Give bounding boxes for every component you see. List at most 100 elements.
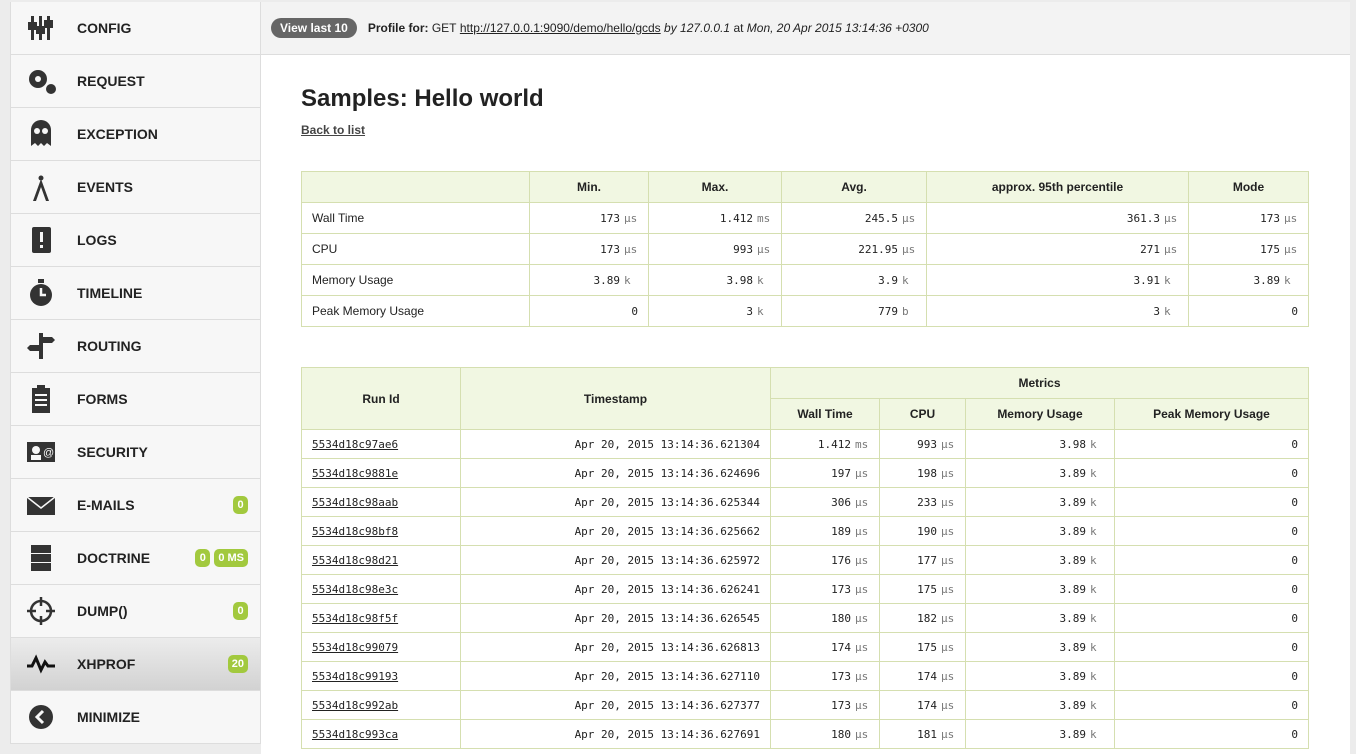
sidebar-item-events[interactable]: EVENTS [11, 161, 260, 214]
peak-memory: 0 [1114, 603, 1309, 633]
unit: µs [941, 698, 955, 712]
timestamp: Apr 20, 2015 13:14:36.621304 [460, 429, 771, 459]
unit: µs [855, 495, 869, 509]
back-to-list-link[interactable]: Back to list [301, 123, 365, 137]
peak-memory: 0 [1114, 690, 1309, 720]
run-id-link[interactable]: 5534d18c98d21 [312, 554, 398, 567]
unit: µs [624, 211, 638, 225]
memory-usage: 3.89 [1059, 698, 1087, 712]
cpu: 233 [917, 495, 937, 509]
cpu: 177 [917, 553, 937, 567]
sidebar-item-label: DUMP() [77, 603, 128, 619]
summary-col-header: Min. [529, 171, 649, 203]
run-id-link[interactable]: 5534d18c97ae6 [312, 438, 398, 451]
sidebar-item-timeline[interactable]: TIMELINE [11, 267, 260, 320]
count-badge: 20 [227, 655, 248, 673]
run-id-link[interactable]: 5534d18c99193 [312, 670, 398, 683]
wall-time: 174 [831, 640, 851, 654]
timestamp: Apr 20, 2015 13:14:36.625662 [460, 516, 771, 546]
unit: µs [941, 495, 955, 509]
unit: µs [855, 727, 869, 741]
unit: k [1090, 524, 1097, 538]
sidebar-item-dump[interactable]: DUMP() 0 [11, 585, 260, 638]
wall-time: 173 [831, 698, 851, 712]
table-row: 5534d18c993ca Apr 20, 2015 13:14:36.6276… [301, 719, 1309, 749]
timestamp: Apr 20, 2015 13:14:36.625344 [460, 487, 771, 517]
at-label: at [733, 21, 744, 35]
memory-usage: 3.98 [1059, 437, 1087, 451]
summary-row: CPU 173 µs 993 µs 221.95 µs 271 µs 175 µs [301, 233, 1309, 265]
unit: µs [941, 524, 955, 538]
wall-time: 173 [831, 582, 851, 596]
run-id-link[interactable]: 5534d18c9881e [312, 467, 398, 480]
sidebar-item-label: TIMELINE [77, 285, 143, 301]
run-id-link[interactable]: 5534d18c992ab [312, 699, 398, 712]
view-last-button[interactable]: View last 10 [271, 18, 357, 38]
log-book-icon [21, 224, 61, 256]
sidebar-item-label: E-MAILS [77, 497, 135, 513]
profile-date: Mon, 20 Apr 2015 13:14:36 +0300 [746, 21, 929, 35]
wall-time: 197 [831, 466, 851, 480]
run-id-link[interactable]: 5534d18c993ca [312, 728, 398, 741]
unit: µs [941, 582, 955, 596]
sidebar-item-xhprof[interactable]: XHPROF 20 [11, 638, 260, 691]
peak-memory: 0 [1114, 574, 1309, 604]
sidebar-item-doctrine[interactable]: DOCTRINE 0 0 MS [11, 532, 260, 585]
metric-value: 3 [1153, 304, 1160, 318]
peak-memory: 0 [1114, 487, 1309, 517]
sidebar-item-label: SECURITY [77, 444, 148, 460]
run-id-link[interactable]: 5534d18c98f5f [312, 612, 398, 625]
ghost-icon [21, 118, 61, 150]
run-id-link[interactable]: 5534d18c98e3c [312, 583, 398, 596]
unit: µs [941, 437, 955, 451]
runs-table: Run Id Timestamp Metrics Wall Time CPU Memor… [301, 367, 1309, 749]
metric-value: 0 [631, 304, 638, 318]
sidebar-item-label: DOCTRINE [77, 550, 151, 566]
cpu: 182 [917, 611, 937, 625]
clipboard-icon [21, 383, 61, 415]
sidebar-item-label: REQUEST [77, 73, 145, 89]
unit: k [757, 273, 764, 287]
run-id-link[interactable]: 5534d18c99079 [312, 641, 398, 654]
metric-value: 1.412 [719, 211, 753, 225]
sidebar-item-config[interactable]: CONFIG [11, 2, 260, 55]
sidebar-item-request[interactable]: REQUEST [11, 55, 260, 108]
summary-row: Memory Usage 3.89 k 3.98 k 3.9 k 3.91 k 3.89 k [301, 264, 1309, 296]
sidebar-item-label: EVENTS [77, 179, 134, 195]
gears-icon [21, 65, 61, 97]
sidebar-item-security[interactable]: @ SECURITY [11, 426, 260, 479]
page-title: Samples: Hello world [301, 85, 544, 112]
cpu: 190 [917, 524, 937, 538]
unit: k [757, 304, 764, 318]
unit: µs [941, 553, 955, 567]
profile-url-link[interactable]: http://127.0.0.1:9090/demo/hello/gcds [460, 21, 661, 35]
col-peak-memory: Peak Memory Usage [1114, 398, 1309, 430]
sidebar-item-label: FORMS [77, 391, 128, 407]
sidebar-item-routing[interactable]: ROUTING [11, 320, 260, 373]
sidebar-item-logs[interactable]: LOGS [11, 214, 260, 267]
metric-label: Wall Time [301, 202, 530, 234]
metric-value: 779 [878, 304, 898, 318]
sidebar-item-forms[interactable]: FORMS [11, 373, 260, 426]
sidebar-item-minimize[interactable]: MINIMIZE [11, 691, 260, 744]
timestamp: Apr 20, 2015 13:14:36.625972 [460, 545, 771, 575]
run-id-link[interactable]: 5534d18c98bf8 [312, 525, 398, 538]
database-icon [21, 542, 61, 574]
metric-label: CPU [301, 233, 530, 265]
sidebar-item-label: ROUTING [77, 338, 142, 354]
memory-usage: 3.89 [1059, 524, 1087, 538]
unit: µs [902, 242, 916, 256]
run-id-link[interactable]: 5534d18c98aab [312, 496, 398, 509]
summary-row: Peak Memory Usage 0 3 k 779 b 3 k 0 [301, 295, 1309, 327]
memory-usage: 3.89 [1059, 582, 1087, 596]
metric-value: 173 [600, 242, 620, 256]
ip: 127.0.0.1 [680, 21, 731, 35]
cpu: 174 [917, 669, 937, 683]
summary-table: Min. Max. Avg. approx. 95th percentile Mode W… [301, 171, 1309, 327]
sidebar-item-emails[interactable]: E-MAILS 0 [11, 479, 260, 532]
metric-value: 173 [600, 211, 620, 225]
summary-col-header [301, 171, 530, 203]
sidebar-item-exception[interactable]: EXCEPTION [11, 108, 260, 161]
table-row: 5534d18c98d21 Apr 20, 2015 13:14:36.6259… [301, 545, 1309, 575]
chevron-left-circle-icon [21, 701, 61, 733]
